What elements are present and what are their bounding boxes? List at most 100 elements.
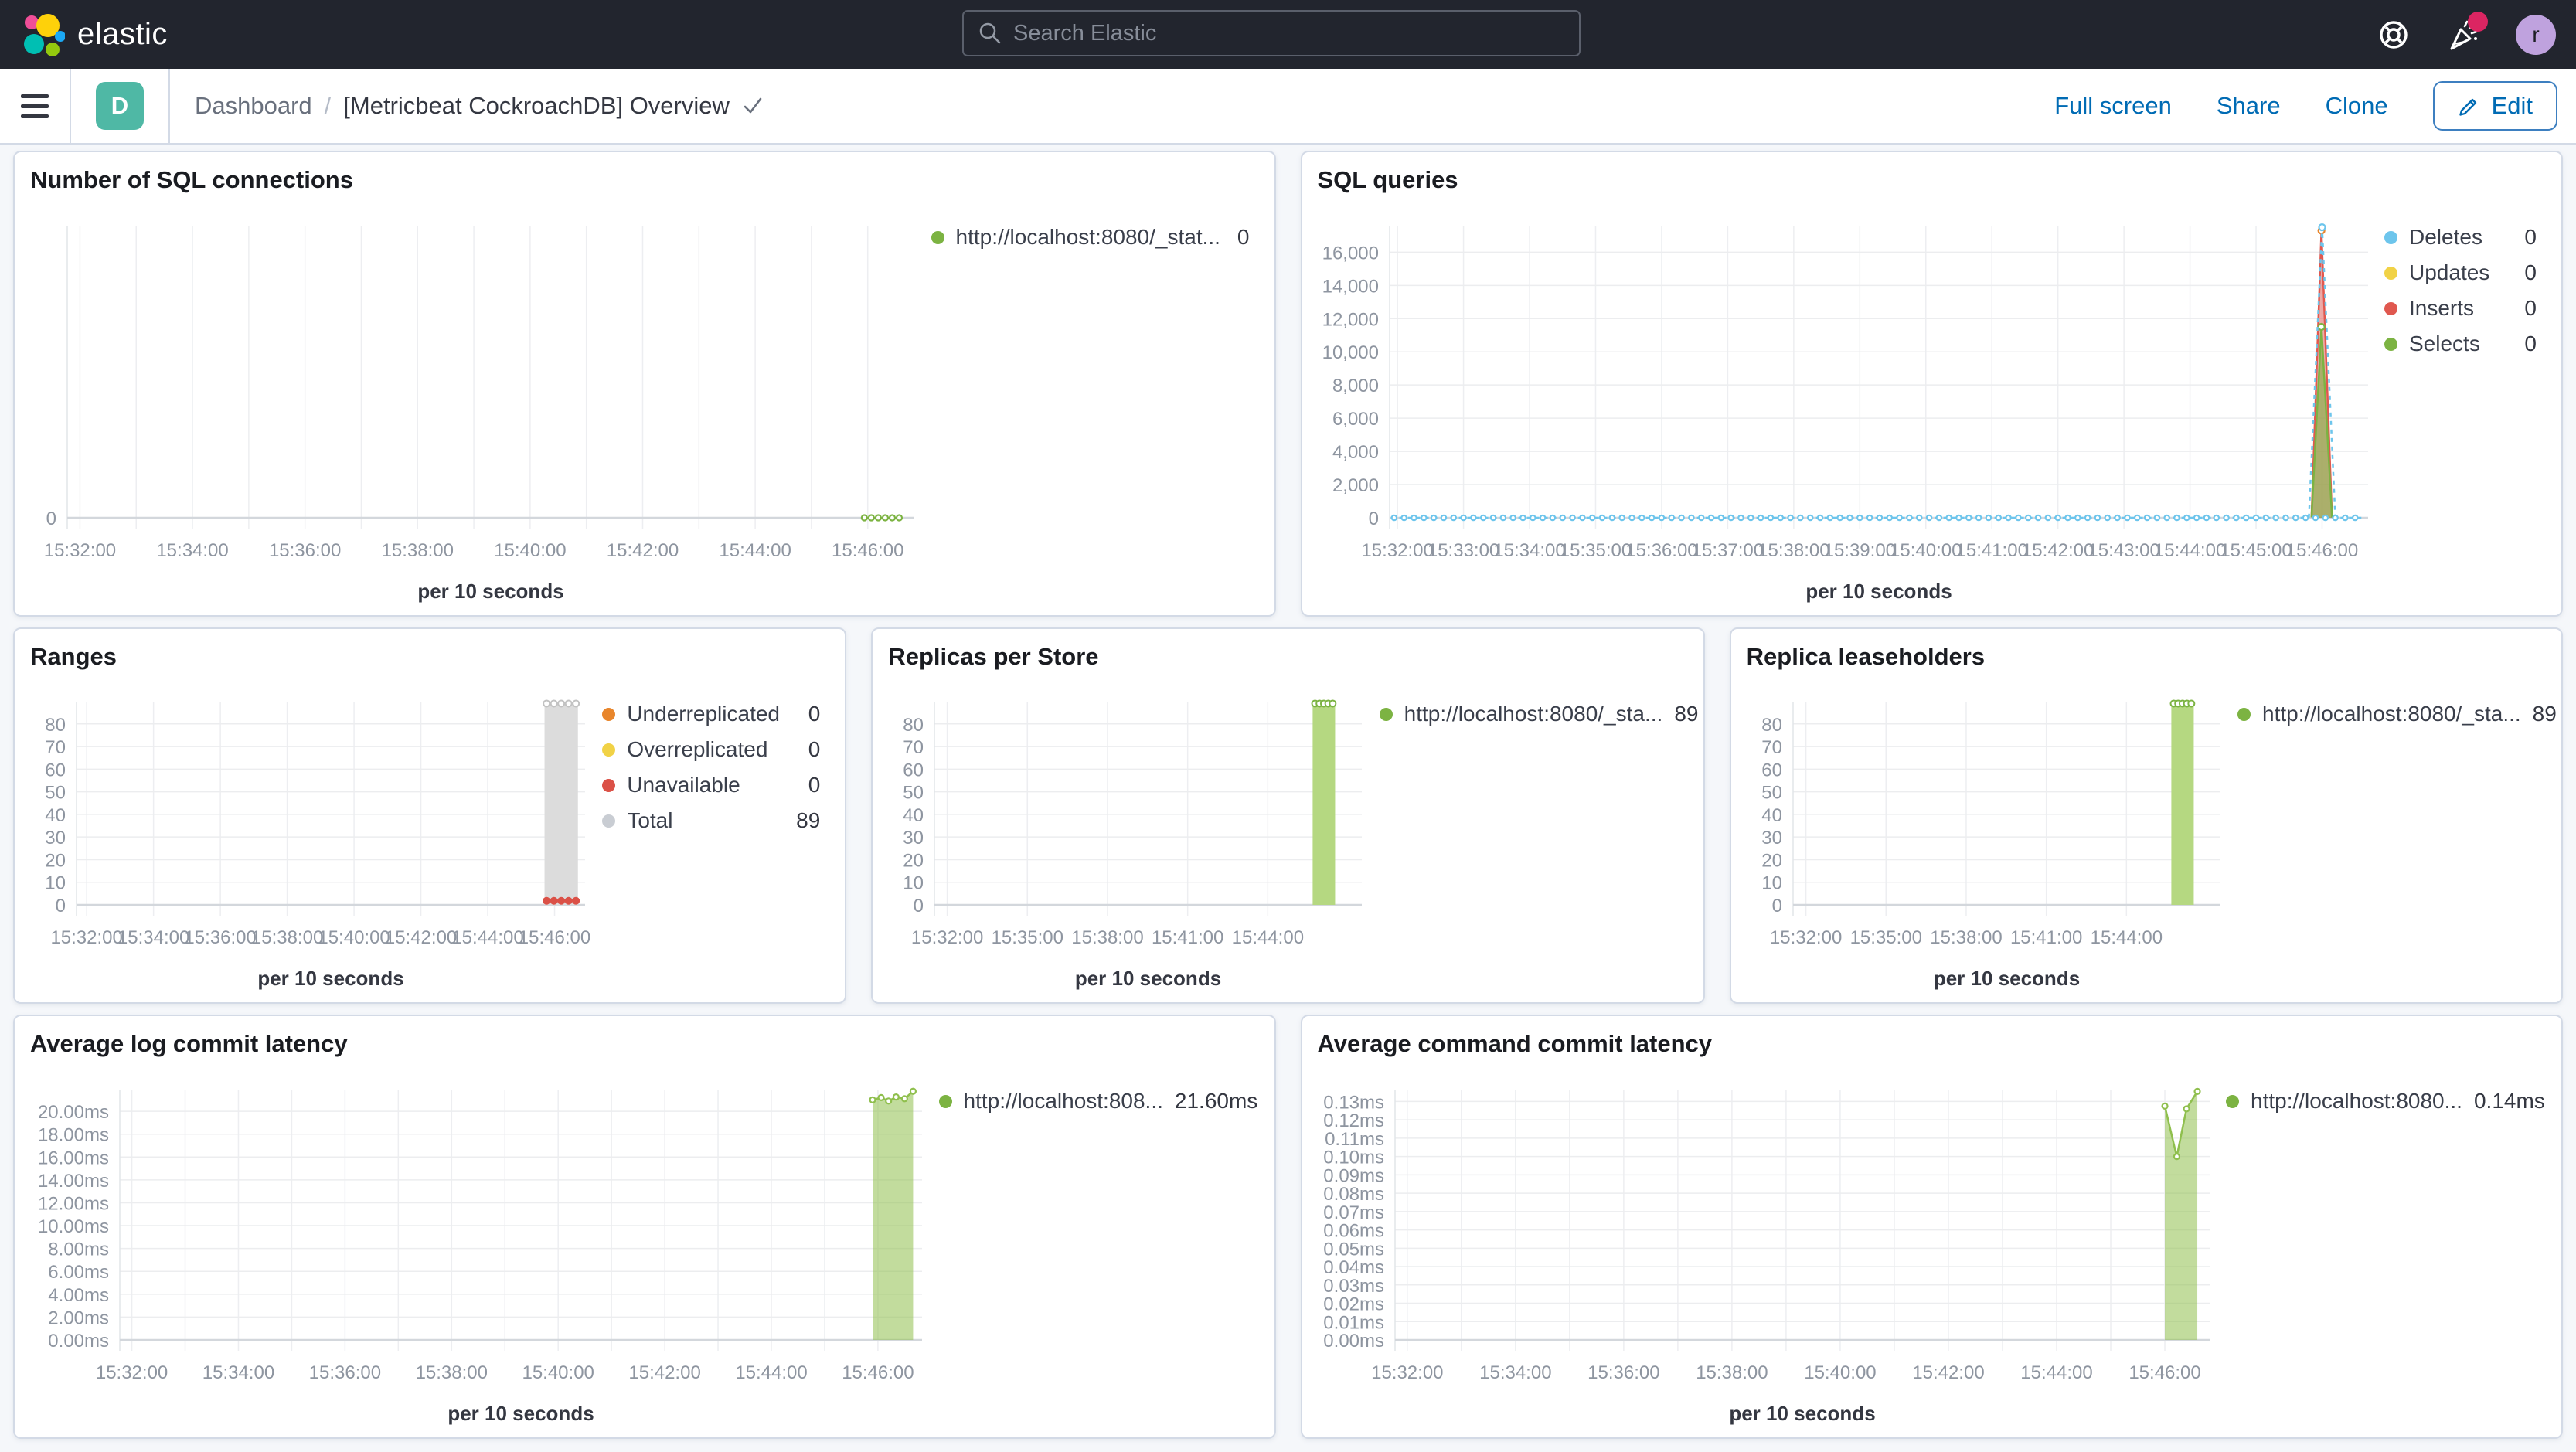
svg-text:per 10 seconds: per 10 seconds bbox=[417, 580, 563, 603]
svg-text:2.00ms: 2.00ms bbox=[48, 1307, 109, 1328]
legend-item[interactable]: http://localhost:8080/_sta... 89 bbox=[1379, 702, 1698, 726]
svg-text:15:34:00: 15:34:00 bbox=[202, 1362, 274, 1383]
svg-text:15:36:00: 15:36:00 bbox=[1625, 540, 1697, 561]
breadcrumb: Dashboard / [Metricbeat CockroachDB] Ove… bbox=[170, 92, 764, 120]
legend-label: http://localhost:8080/_sta... bbox=[2262, 702, 2521, 726]
replicas-per-store-chart[interactable]: 01020304050 607080 15:32:00 15:35:00 15:38:0… bbox=[879, 683, 1379, 996]
panel-body: 0 2,000 4,000 6,000 8,000 10,000 12,000 14,000 1… bbox=[1308, 206, 2551, 609]
legend-value: 0 bbox=[2524, 225, 2537, 249]
panel-average-command-commit-latency: Average command commit latency 0.00ms 0.01… bbox=[1300, 1015, 2563, 1439]
svg-text:15:33:00: 15:33:00 bbox=[1427, 540, 1499, 561]
panel-body: 0 10 20 30 40 50 60 70 80 15:32:00 15:35:00 15:38:0… bbox=[879, 683, 1698, 996]
legend-item[interactable]: Underreplicated 0 bbox=[602, 702, 826, 726]
svg-text:70: 70 bbox=[903, 737, 924, 758]
svg-text:15:41:00: 15:41:00 bbox=[1152, 927, 1223, 948]
legend-item[interactable]: http://localhost:808... 21.60ms bbox=[938, 1089, 1257, 1114]
svg-text:15:34:00: 15:34:00 bbox=[117, 927, 189, 948]
svg-text:15:44:00: 15:44:00 bbox=[735, 1362, 807, 1383]
legend-label: http://localhost:808... bbox=[963, 1089, 1163, 1113]
svg-text:15:40:00: 15:40:00 bbox=[318, 927, 390, 948]
panel-title: Replica leaseholders bbox=[1746, 643, 1986, 670]
legend-label: Overreplicated bbox=[627, 737, 768, 761]
legend-label: http://localhost:8080/_sta... bbox=[1404, 702, 1663, 726]
svg-text:15:36:00: 15:36:00 bbox=[1587, 1362, 1659, 1383]
svg-text:16.00ms: 16.00ms bbox=[38, 1148, 109, 1168]
sql-queries-chart[interactable]: 0 2,000 4,000 6,000 8,000 10,000 12,000 14,000 1… bbox=[1308, 206, 2385, 609]
elastic-brand[interactable]: elastic bbox=[0, 12, 168, 57]
svg-text:18.00ms: 18.00ms bbox=[38, 1125, 109, 1146]
space-selector[interactable]: D bbox=[71, 82, 168, 130]
average-log-commit-latency-chart[interactable]: 0.00ms 2.00ms4.00ms6.00ms8.00ms10.00ms12.… bbox=[21, 1070, 939, 1431]
svg-text:0: 0 bbox=[56, 896, 66, 916]
newsfeed-party-popper-icon[interactable] bbox=[2446, 11, 2488, 52]
elastic-logo-icon bbox=[24, 13, 65, 56]
svg-text:15:36:00: 15:36:00 bbox=[269, 540, 341, 561]
edit-button-label: Edit bbox=[2491, 92, 2533, 119]
svg-text:40: 40 bbox=[1761, 805, 1782, 826]
svg-text:15:45:00: 15:45:00 bbox=[2220, 540, 2292, 561]
svg-text:15:43:00: 15:43:00 bbox=[2088, 540, 2159, 561]
page-title: [Metricbeat CockroachDB] Overview bbox=[343, 92, 730, 119]
ranges-legend: Underreplicated 0 Overreplicated 0 Unavailab… bbox=[602, 683, 834, 996]
legend-item[interactable]: http://localhost:8080/_sta... 89 bbox=[2237, 702, 2557, 726]
average-command-commit-latency-chart[interactable]: 0.00ms0.01ms0.02ms0.03ms0.04ms0.05ms0.06… bbox=[1308, 1070, 2227, 1431]
help-lifebuoy-icon[interactable] bbox=[2377, 18, 2411, 52]
legend-label: Underreplicated bbox=[627, 702, 780, 726]
svg-text:15:38:00: 15:38:00 bbox=[1758, 540, 1829, 561]
panel-sql-queries: SQL queries 0 2,000 4,000 6,000 8,000 10,000 12… bbox=[1300, 151, 2563, 617]
legend-series-dot-icon bbox=[938, 1094, 952, 1108]
svg-text:0.00ms: 0.00ms bbox=[48, 1331, 109, 1352]
panel-title: Average command commit latency bbox=[1317, 1030, 1713, 1057]
legend-item[interactable]: Overreplicated 0 bbox=[602, 737, 826, 762]
number-of-sql-connections-chart[interactable]: 0 15:32:00 15:34:00 15:36:00 15:38:00 15:40:0… bbox=[21, 206, 931, 609]
legend-series-dot-icon bbox=[2384, 301, 2397, 315]
legend-item[interactable]: Selects 0 bbox=[2384, 332, 2543, 356]
edit-button[interactable]: Edit bbox=[2432, 81, 2557, 131]
share-button[interactable]: Share bbox=[2217, 92, 2281, 120]
svg-text:15:44:00: 15:44:00 bbox=[451, 927, 523, 948]
sql-queries-chart-area: 0 2,000 4,000 6,000 8,000 10,000 12,000 14,000 1… bbox=[1308, 206, 2385, 609]
svg-text:40: 40 bbox=[45, 805, 66, 826]
replica-leaseholders-chart[interactable]: 01020304050 607080 15:32:00 15:35:00 15:38:0… bbox=[1737, 683, 2237, 996]
svg-text:0.00ms: 0.00ms bbox=[1323, 1331, 1384, 1352]
breadcrumb-dashboard-link[interactable]: Dashboard bbox=[195, 92, 312, 120]
svg-text:15:32:00: 15:32:00 bbox=[1770, 927, 1842, 948]
replica-leaseholders-legend: http://localhost:8080/_sta... 89 bbox=[2237, 683, 2557, 996]
svg-text:0: 0 bbox=[46, 508, 56, 529]
svg-text:per 10 seconds: per 10 seconds bbox=[257, 967, 403, 990]
svg-text:0: 0 bbox=[1368, 508, 1378, 529]
svg-text:per 10 seconds: per 10 seconds bbox=[1075, 967, 1221, 990]
legend-item[interactable]: Unavailable 0 bbox=[602, 773, 826, 797]
svg-text:per 10 seconds: per 10 seconds bbox=[447, 1402, 594, 1425]
svg-text:8,000: 8,000 bbox=[1332, 376, 1378, 396]
full-screen-button[interactable]: Full screen bbox=[2054, 92, 2172, 120]
legend-series-dot-icon bbox=[602, 814, 616, 828]
legend-item[interactable]: Deletes 0 bbox=[2384, 225, 2543, 250]
svg-text:20: 20 bbox=[1761, 850, 1782, 871]
menu-hamburger-icon[interactable] bbox=[0, 69, 70, 143]
user-avatar[interactable]: r bbox=[2516, 14, 2556, 55]
brand-name: elastic bbox=[77, 17, 168, 51]
legend-item[interactable]: http://localhost:8080... 0.14ms bbox=[2226, 1089, 2545, 1114]
legend-item[interactable]: Total 89 bbox=[602, 808, 826, 833]
legend-item[interactable]: Updates 0 bbox=[2384, 260, 2543, 285]
legend-label: http://localhost:8080/_stat... bbox=[955, 225, 1220, 249]
legend-value: 89 bbox=[1674, 702, 1699, 726]
legend-item[interactable]: Inserts 0 bbox=[2384, 296, 2543, 321]
clone-button[interactable]: Clone bbox=[2326, 92, 2388, 120]
svg-text:15:37:00: 15:37:00 bbox=[1691, 540, 1763, 561]
panel-title: SQL queries bbox=[1317, 166, 1458, 193]
svg-text:20: 20 bbox=[903, 850, 924, 871]
svg-text:15:44:00: 15:44:00 bbox=[2020, 1362, 2092, 1383]
legend-series-dot-icon bbox=[602, 707, 616, 721]
global-search-input[interactable]: Search Elastic bbox=[962, 10, 1581, 56]
svg-text:per 10 seconds: per 10 seconds bbox=[1805, 580, 1952, 603]
legend-item[interactable]: http://localhost:8080/_stat... 0 bbox=[931, 225, 1256, 250]
svg-text:0.09ms: 0.09ms bbox=[1323, 1165, 1384, 1186]
svg-text:0.06ms: 0.06ms bbox=[1323, 1221, 1384, 1242]
ranges-chart[interactable]: 01020304050 607080 15:32:0015:34:0015:36:0… bbox=[21, 683, 602, 996]
space-avatar[interactable]: D bbox=[96, 82, 144, 130]
replicas-per-store-chart-area: 0 10 20 30 40 50 60 70 80 15:32:00 15:35:00 15:38:0… bbox=[879, 683, 1379, 996]
svg-text:15:38:00: 15:38:00 bbox=[382, 540, 454, 561]
legend-series-dot-icon bbox=[602, 743, 616, 757]
